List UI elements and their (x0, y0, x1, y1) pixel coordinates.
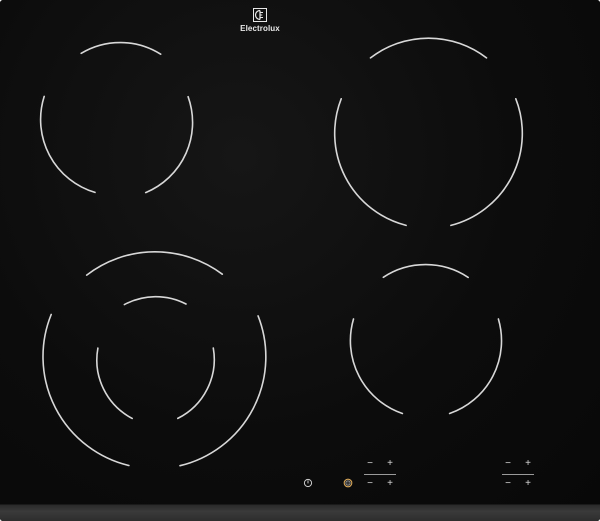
hob-front-frame (0, 504, 600, 521)
rear-left-plus-button[interactable]: + (384, 459, 396, 471)
front-right-plus-button[interactable]: + (522, 479, 534, 491)
zone-rear-left (39, 41, 194, 194)
front-right-minus-button[interactable]: − (502, 479, 514, 491)
front-left-plus-button[interactable]: + (384, 479, 396, 491)
rear-right-plus-button[interactable]: + (522, 459, 534, 471)
right-control-divider (502, 474, 534, 475)
rear-right-minus-button[interactable]: − (502, 459, 514, 471)
zone-front-right (349, 263, 503, 415)
rear-left-minus-button[interactable]: − (364, 459, 376, 471)
left-control-divider (364, 474, 396, 475)
zone-front-left-outer (42, 251, 267, 467)
power-button[interactable] (303, 478, 313, 488)
zone-rear-right (333, 37, 524, 227)
zone-front-left-inner (96, 295, 216, 420)
cooking-zones (39, 37, 524, 467)
child-lock-button[interactable] (343, 478, 353, 488)
ceramic-hob: Electrolux − + − + − + − + (0, 0, 600, 521)
front-left-minus-button[interactable]: − (364, 479, 376, 491)
